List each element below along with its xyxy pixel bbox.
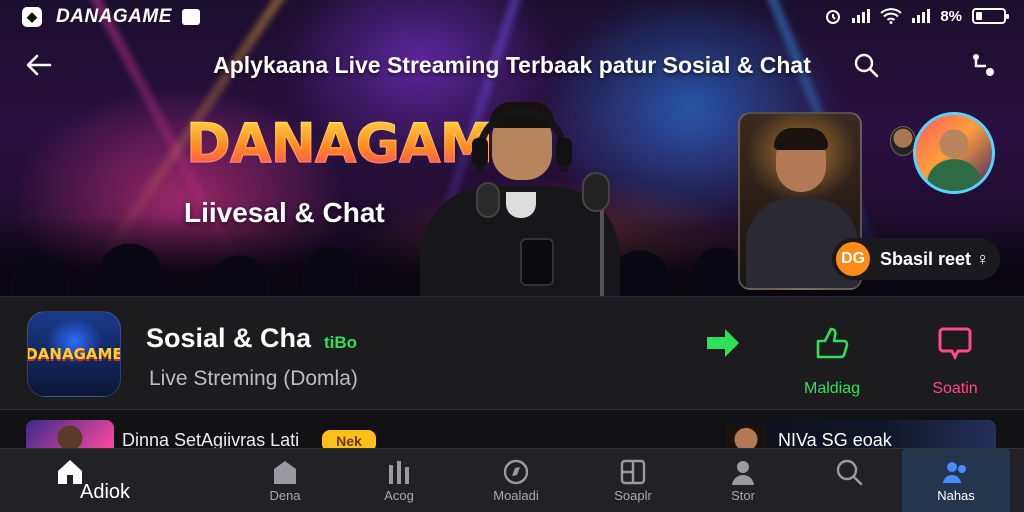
- compass-icon: [503, 459, 529, 485]
- nav-item-dena[interactable]: Dena: [250, 449, 320, 512]
- users-icon: [943, 462, 966, 483]
- like-button[interactable]: Maldiag: [782, 325, 882, 398]
- nav-item-explore[interactable]: Moaladi: [476, 449, 556, 512]
- status-app-name: DANAGAME: [56, 6, 172, 27]
- host-avatar[interactable]: [913, 112, 995, 194]
- live-title-right: NIVa SG eoak: [778, 430, 892, 450]
- grid-icon: [620, 459, 646, 485]
- battery-percent: 8%: [940, 7, 962, 25]
- app-tag: tiBo: [324, 333, 358, 352]
- dg-coin-icon: DG: [836, 242, 870, 276]
- search-icon: [836, 459, 863, 486]
- app-name: Sosial & Cha: [146, 323, 312, 353]
- microphone-icon: [582, 172, 610, 212]
- bottom-navigation: Adiok Dena Acog Moaladi Soaplr Stor Naha…: [0, 448, 1024, 512]
- share-icon[interactable]: [968, 52, 996, 78]
- battery-icon: [972, 8, 1009, 24]
- nav-item-users[interactable]: Nahas: [902, 449, 1010, 512]
- nav-item-grid[interactable]: Soaplr: [596, 449, 670, 512]
- nav-item-stats[interactable]: Acog: [364, 449, 434, 512]
- reward-chip-label: Sbasil reet ♀: [880, 248, 990, 269]
- cell-signal-2-icon: [912, 9, 931, 23]
- top-app-bar: Aplykaana Live Streaming Terbaak patur S…: [0, 44, 1024, 84]
- arrow-right-icon: [707, 329, 739, 357]
- chat-bubble-icon: [938, 327, 972, 361]
- profile-icon: [732, 461, 754, 485]
- live-card-right[interactable]: NIVa SG eoak: [720, 420, 996, 450]
- mic-stand: [600, 206, 604, 296]
- app-logo-icon: ◆: [22, 7, 42, 27]
- app-subtitle: Live Streming (Domla): [149, 367, 358, 390]
- stats-icon: [389, 461, 409, 484]
- nav-item-profile[interactable]: Stor: [710, 449, 776, 512]
- forward-button[interactable]: [673, 325, 773, 380]
- chat-button[interactable]: Soatin: [905, 325, 1005, 398]
- alarm-icon: [826, 10, 841, 24]
- nav-item-home[interactable]: Adiok: [40, 449, 170, 512]
- nav-label-home: Adiok: [80, 481, 131, 503]
- like-button-label: Maldiag: [803, 380, 861, 397]
- app-icon[interactable]: DANAGAME: [27, 311, 121, 397]
- app-info-panel: DANAGAME Sosial & Cha tiBo Live Streming…: [0, 296, 1024, 410]
- cell-signal-icon: [852, 9, 871, 23]
- nav-item-search[interactable]: [816, 449, 882, 512]
- reward-chip[interactable]: DG Sbasil reet ♀: [832, 238, 1000, 280]
- chat-button-label: Soatin: [932, 380, 978, 397]
- wifi-icon: [880, 8, 902, 24]
- status-bar: ◆ DANAGAME 8%: [0, 0, 1024, 34]
- search-icon[interactable]: [853, 52, 879, 78]
- live-thumbnail-right: [726, 424, 766, 450]
- live-list-strip: Dinna SetAgiivras Lati Nek NIVa SG eoak: [0, 414, 1024, 452]
- thumbs-up-icon: [816, 327, 849, 359]
- live-thumbnail[interactable]: [26, 420, 114, 450]
- notification-icon: [181, 9, 200, 25]
- status-indicators: 8%: [824, 7, 1009, 25]
- house-icon: [274, 461, 296, 484]
- brand-tagline: Liivesal & Chat: [184, 197, 385, 228]
- app-icon-label: DANAGAME: [27, 345, 121, 363]
